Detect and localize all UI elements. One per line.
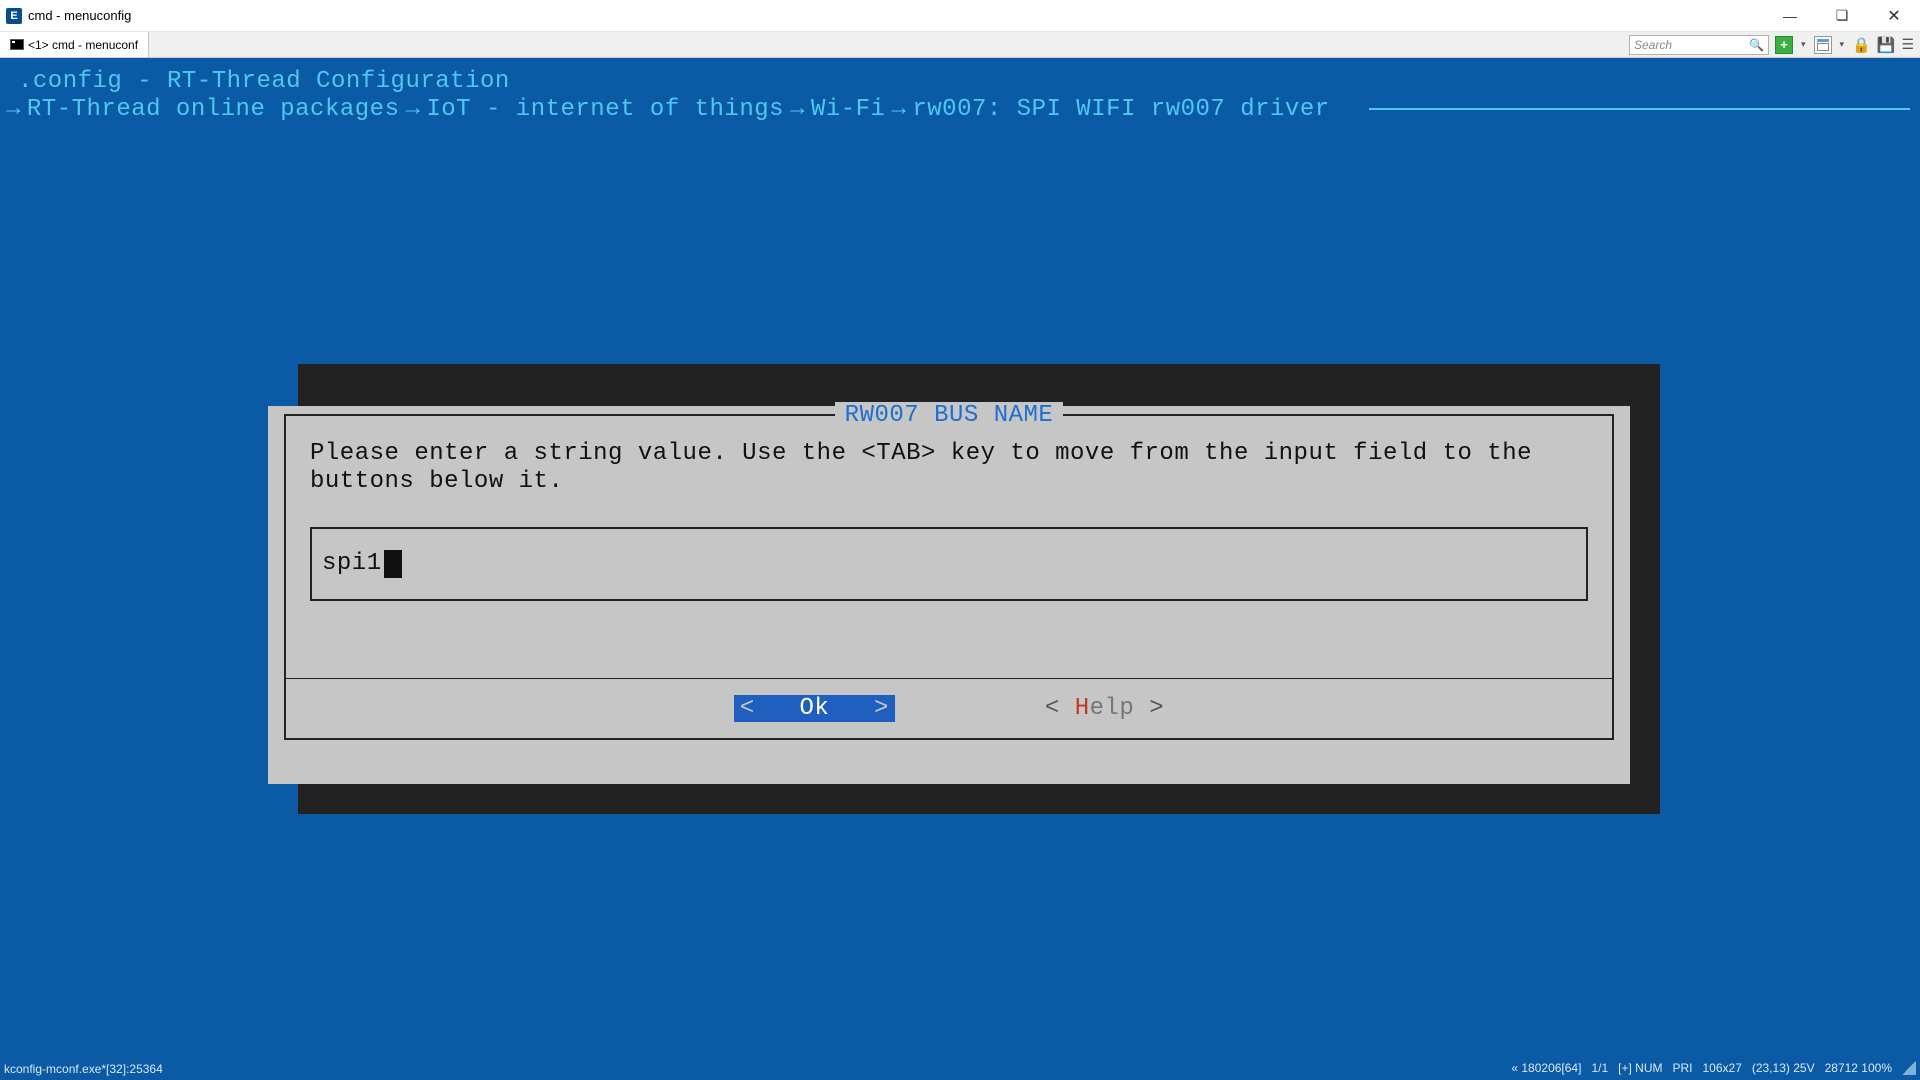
terminal-viewport: .config - RT-Thread Configuration → RT-T…: [0, 58, 1920, 1058]
status-size: 106x27: [1703, 1061, 1742, 1077]
app-icon: E: [6, 8, 22, 24]
status-priority: PRI: [1672, 1061, 1692, 1077]
arrow-icon: →: [0, 96, 27, 124]
status-numlock: [+] NUM: [1618, 1061, 1662, 1077]
breadcrumb-item: RT-Thread online packages: [27, 96, 400, 124]
dialog-title: RW007 BUS NAME: [835, 402, 1064, 430]
arrow-icon: →: [885, 96, 912, 124]
hamburger-menu-icon[interactable]: ☰: [1901, 36, 1914, 53]
status-bar: kconfig-mconf.exe*[32]:25364 « 180206[64…: [0, 1058, 1920, 1080]
save-icon[interactable]: 💾: [1877, 36, 1896, 54]
text-cursor: [384, 550, 402, 578]
breadcrumb-rule: [1369, 108, 1910, 110]
resize-grip-icon[interactable]: [1902, 1061, 1916, 1075]
window-maximize-button[interactable]: ❏: [1816, 0, 1868, 31]
status-zoom: 28712 100%: [1825, 1061, 1892, 1077]
terminal-tab-label: <1> cmd - menuconf: [28, 38, 138, 52]
config-header: .config - RT-Thread Configuration: [0, 58, 1920, 96]
tab-toolbar: <1> cmd - menuconf Search 🔍 + ▾ ▾ 🔒 💾 ☰: [0, 32, 1920, 58]
terminal-icon: [10, 39, 24, 50]
window-close-button[interactable]: ✕: [1868, 0, 1920, 31]
string-input-dialog: RW007 BUS NAME Please enter a string val…: [268, 406, 1630, 784]
window-title: cmd - menuconfig: [28, 8, 131, 23]
arrow-icon: →: [399, 96, 426, 124]
new-tab-dropdown[interactable]: ▾: [1799, 39, 1808, 50]
window-layout-dropdown[interactable]: ▾: [1838, 39, 1847, 50]
breadcrumb-item: Wi-Fi: [811, 96, 886, 124]
string-input[interactable]: spi1: [310, 527, 1588, 601]
string-input-value: spi1: [322, 550, 382, 578]
breadcrumb-spacer: [1330, 96, 1360, 124]
window-layout-button[interactable]: [1814, 36, 1832, 54]
terminal-tab[interactable]: <1> cmd - menuconf: [0, 32, 149, 57]
new-tab-button[interactable]: +: [1775, 36, 1793, 54]
lock-icon[interactable]: 🔒: [1852, 36, 1871, 54]
ok-button[interactable]: < Ok >: [734, 695, 895, 723]
dialog-body-frame: RW007 BUS NAME Please enter a string val…: [284, 414, 1614, 678]
breadcrumb: → RT-Thread online packages → IoT - inte…: [0, 96, 1920, 124]
breadcrumb-item: rw007: SPI WIFI rw007 driver: [912, 96, 1329, 124]
help-button[interactable]: < Help >: [1045, 695, 1164, 723]
status-build: « 180206[64]: [1511, 1061, 1581, 1077]
status-cursor-pos: (23,13) 25V: [1752, 1061, 1815, 1077]
breadcrumb-item: IoT - internet of things: [426, 96, 784, 124]
arrow-icon: →: [784, 96, 811, 124]
status-page: 1/1: [1591, 1061, 1608, 1077]
dialog-button-row: < Ok > < Help >: [284, 678, 1614, 740]
window-minimize-button[interactable]: —: [1764, 0, 1816, 31]
search-placeholder: Search: [1634, 38, 1672, 52]
status-process: kconfig-mconf.exe*[32]:25364: [4, 1062, 163, 1076]
search-icon: 🔍: [1749, 38, 1764, 52]
window-titlebar: E cmd - menuconfig — ❏ ✕: [0, 0, 1920, 32]
search-input[interactable]: Search 🔍: [1629, 35, 1769, 55]
